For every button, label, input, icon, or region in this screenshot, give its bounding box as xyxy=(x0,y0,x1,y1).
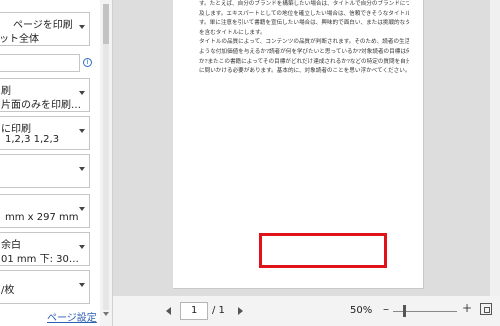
text-line: に問いかける必要があります。基本的に、対象読者のことを思い浮かべてください。 xyxy=(199,68,409,75)
zoom-to-page-icon[interactable] xyxy=(480,303,492,315)
chevron-down-icon xyxy=(79,207,85,211)
previous-page-icon[interactable] xyxy=(166,307,171,315)
sidebar-scrollbar[interactable] xyxy=(103,4,109,310)
next-page-icon[interactable] xyxy=(238,307,243,315)
current-page-input[interactable]: 1 xyxy=(180,302,208,320)
print-settings-panel: ページを印刷 ット全体 i 刷 片面のみを印刷… に印刷 1,2,3 1,2,3… xyxy=(0,0,100,326)
pages-per-sheet-dropdown[interactable]: /枚 xyxy=(0,270,90,304)
collate-label: に印刷 xyxy=(1,124,31,135)
print-sides-label: 刷 xyxy=(1,86,11,97)
print-what-label: ページを印刷 xyxy=(13,20,73,31)
pages-per-sheet-label: /枚 xyxy=(1,285,15,296)
chevron-down-icon xyxy=(79,25,85,29)
scroll-down-arrow-icon[interactable] xyxy=(103,312,109,316)
chevron-down-icon xyxy=(79,129,85,133)
chevron-down-icon xyxy=(79,167,85,171)
chevron-down-icon xyxy=(79,283,85,287)
text-line: を含むタイトルにします。 xyxy=(199,29,266,36)
collate-value: 1,2,3 1,2,3 xyxy=(5,134,60,145)
text-line: タイトルの品質によって、コンテンツの品質が判断されます。そのため、読者の生活にど… xyxy=(199,39,409,46)
print-sides-dropdown[interactable]: 刷 片面のみを印刷… xyxy=(0,78,90,112)
text-line: す。たとえば、自分のブランドを構築したい場合は、タイトルで自分のブランドについて… xyxy=(199,1,409,7)
margins-label: 余白 xyxy=(1,240,21,251)
chevron-down-icon xyxy=(79,245,85,249)
highlight-box xyxy=(259,233,387,268)
print-what-dropdown[interactable]: ページを印刷 ット全体 xyxy=(0,12,90,46)
text-line: ような付加価値を与えるか?読者が何を学びたいと思っているか?対象読者の目標は何 xyxy=(199,48,409,55)
text-line: 及します。エキスパートとしての地位を確立したい場合は、信頼できそうなタイトルにし… xyxy=(199,10,409,17)
sidebar-scrollbar-thumb[interactable] xyxy=(103,4,109,44)
page-setup-link[interactable]: ページ設定 xyxy=(47,309,97,324)
orientation-dropdown[interactable] xyxy=(0,154,90,188)
zoom-out-icon[interactable]: – xyxy=(383,302,389,316)
pages-input[interactable] xyxy=(0,54,80,72)
preview-scrollbar[interactable] xyxy=(490,0,500,296)
margins-value: 01 mm 下: 30… xyxy=(1,254,79,265)
chevron-down-icon xyxy=(79,91,85,95)
collate-dropdown[interactable]: に印刷 1,2,3 1,2,3 xyxy=(0,116,90,150)
paper-size-value: mm x 297 mm xyxy=(5,212,79,223)
zoom-percent[interactable]: 50% xyxy=(350,305,372,316)
page-body-text: す。たとえば、自分のブランドを構築したい場合は、タイトルで自分のブランドについて… xyxy=(199,0,409,77)
text-line: す。単に注意を引いて書籍を宣伝したい場合は、興味的で面白い、または挑戦的なタイト… xyxy=(199,20,409,27)
paper-size-dropdown[interactable]: mm x 297 mm xyxy=(0,194,90,228)
zoom-slider-thumb[interactable] xyxy=(403,305,406,317)
print-sides-value: 片面のみを印刷… xyxy=(1,100,81,111)
info-icon[interactable]: i xyxy=(83,58,92,67)
print-what-value: ット全体 xyxy=(0,34,39,45)
text-line: か?またこの書籍によってその目標がどれだけ達成されるか?などの特定の質問を自分自… xyxy=(199,58,409,65)
page-total: / 1 xyxy=(212,305,225,316)
margins-dropdown[interactable]: 余白 01 mm 下: 30… xyxy=(0,232,90,266)
zoom-in-icon[interactable]: + xyxy=(462,301,472,315)
